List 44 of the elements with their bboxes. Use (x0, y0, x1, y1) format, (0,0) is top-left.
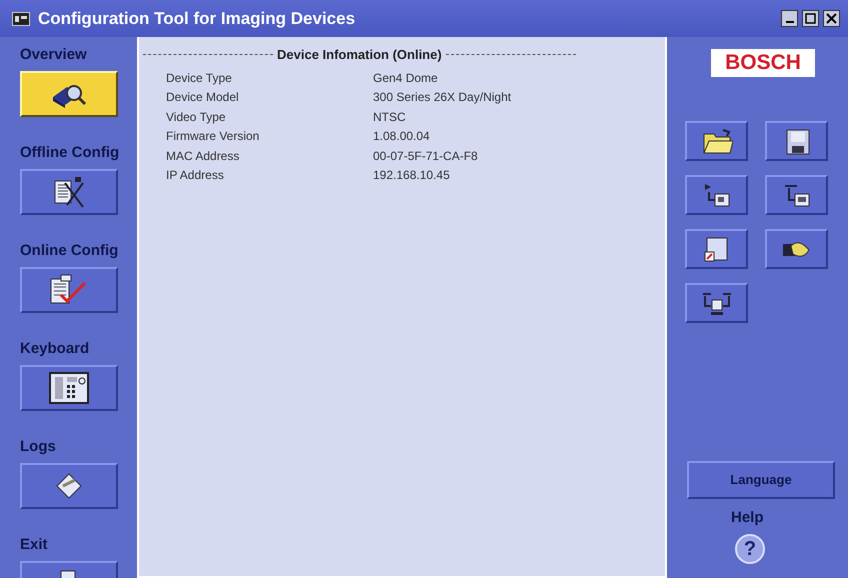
minimize-icon (786, 21, 794, 23)
toolbar-button[interactable] (765, 175, 828, 215)
toolbar-button[interactable] (685, 229, 748, 269)
field-label: Device Model (165, 89, 240, 106)
field-label: Firmware Version (165, 128, 260, 145)
nav-button[interactable] (20, 365, 118, 411)
help-label: Help (731, 508, 765, 528)
window-title: Configuration Tool for Imaging Devices (38, 8, 356, 30)
telephone-keypad-icon (49, 372, 89, 404)
close-button[interactable] (823, 10, 840, 27)
maximize-button[interactable] (802, 10, 819, 27)
nav-button[interactable] (20, 267, 118, 313)
toolbar-button[interactable] (685, 283, 748, 323)
field-label: MAC Address (165, 148, 240, 164)
field-value: Gen4 Dome (373, 70, 438, 86)
language-button[interactable]: Language (687, 461, 835, 499)
close-icon (826, 13, 837, 24)
section-label: Logs (20, 437, 57, 457)
maximize-icon (805, 13, 816, 24)
section-label: Exit (20, 535, 49, 555)
toolbar-button[interactable] (765, 121, 828, 161)
nav-button[interactable] (20, 463, 118, 509)
app-icon (12, 12, 30, 26)
section-label: Online Config (20, 241, 120, 261)
toolbar-button[interactable] (685, 121, 748, 161)
section-heading: Device Infomation (Online) (277, 46, 442, 64)
folder-icon (700, 126, 732, 156)
field-label: Video Type (165, 108, 227, 126)
field-label: IP Address (165, 167, 225, 184)
toolbar-button[interactable] (765, 229, 828, 269)
nav-button[interactable] (20, 169, 118, 215)
field-value: 300 Series 26X Day/Night (373, 89, 512, 106)
brand-logo: BOSCH (711, 49, 815, 77)
help-button[interactable]: ? (735, 534, 765, 564)
field-value: NTSC (373, 108, 406, 126)
field-label: Device Type (165, 70, 233, 86)
section-label: Keyboard (20, 339, 90, 359)
section-label: Offline Config (20, 143, 120, 163)
field-value: 1.08.00.04 (373, 128, 430, 145)
field-value: 00-07-5F-71-CA-F8 (373, 148, 478, 164)
toolbar-button[interactable] (685, 175, 748, 215)
minimize-button[interactable] (781, 10, 798, 27)
section-label: Overview (20, 45, 88, 65)
field-value: 192.168.10.45 (373, 167, 450, 184)
